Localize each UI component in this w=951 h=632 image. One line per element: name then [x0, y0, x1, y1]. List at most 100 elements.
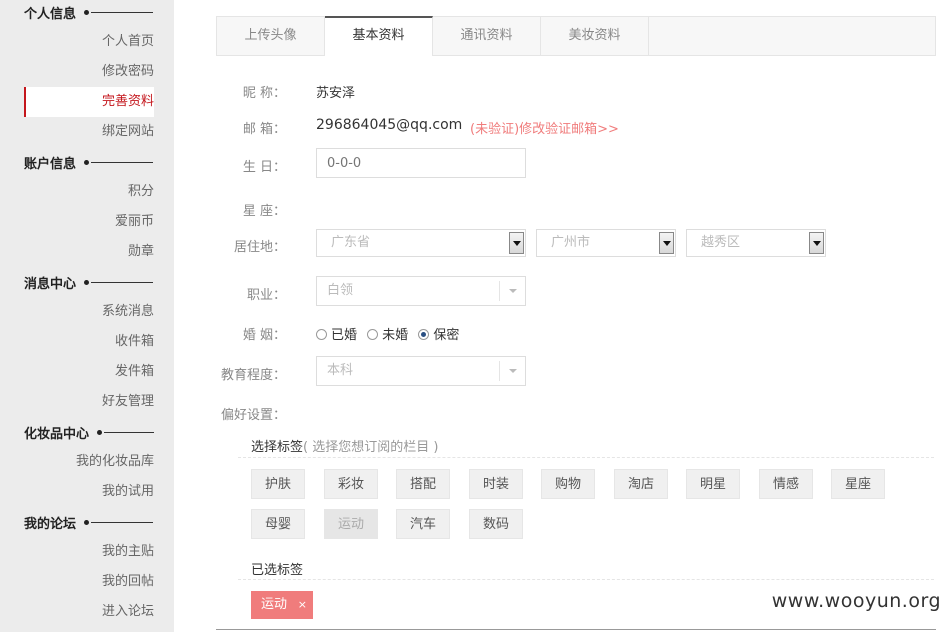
birthday-input[interactable] [316, 148, 526, 178]
city-value: 广州市 [551, 235, 591, 250]
tag-celebrity[interactable]: 明星 [686, 469, 740, 499]
tag-title: 选择标签 [251, 440, 304, 455]
sidebar-item-cosmetics-library[interactable]: 我的化妆品库 [76, 447, 154, 477]
radio-label: 未婚 [382, 328, 409, 343]
sidebar-item-bind-website[interactable]: 绑定网站 [102, 117, 154, 147]
section-divider [91, 161, 154, 163]
radio-label: 保密 [433, 328, 460, 343]
tag-makeup[interactable]: 彩妆 [324, 469, 378, 499]
education-select[interactable]: 本科 [316, 356, 526, 386]
section-divider [104, 431, 155, 433]
close-icon[interactable]: × [298, 591, 307, 619]
job-label: 职业： [246, 288, 286, 303]
sidebar-item-medals[interactable]: 勋章 [128, 237, 154, 267]
tag-skincare[interactable]: 护肤 [251, 469, 305, 499]
tag-taobao-shop[interactable]: 淘店 [614, 469, 668, 499]
sidebar-item-enter-forum[interactable]: 进入论坛 [102, 597, 154, 627]
sidebar-item-outbox[interactable]: 发件箱 [115, 357, 154, 387]
job-select[interactable]: 白领 [316, 276, 526, 306]
chevron-down-icon [809, 232, 824, 254]
tag-fashion[interactable]: 时装 [469, 469, 523, 499]
sidebar-item-friends[interactable]: 好友管理 [102, 387, 154, 417]
education-label: 教育程度： [220, 368, 286, 383]
sidebar-item-coins[interactable]: 爱丽币 [115, 207, 154, 237]
section-divider [91, 281, 154, 283]
nickname-label: 昵 称： [242, 86, 286, 101]
sidebar-section-account: 账户信息 [24, 152, 154, 172]
tag-digital[interactable]: 数码 [469, 509, 523, 539]
chevron-down-icon [499, 281, 525, 301]
marriage-option-married[interactable]: 已婚 [316, 324, 357, 343]
sidebar-section-title: 化妆品中心 [24, 426, 90, 442]
tab-upload-avatar[interactable]: 上传头像 [217, 17, 325, 55]
section-bullet-icon [84, 279, 90, 285]
residence-label: 居住地： [233, 240, 286, 255]
section-bullet-icon [84, 159, 90, 165]
radio-icon[interactable] [367, 329, 379, 340]
watermark: www.wooyun.org [771, 590, 941, 612]
sidebar-item-points[interactable]: 积分 [128, 177, 154, 207]
tag-mother-baby[interactable]: 母婴 [251, 509, 305, 539]
sidebar-item-inbox[interactable]: 收件箱 [115, 327, 154, 357]
section-bullet-icon [84, 519, 90, 525]
tag-hint: ( 选择您想订阅的栏目 ) [303, 440, 439, 455]
sidebar-section-messages: 消息中心 [24, 272, 154, 292]
tag-section-title: 选择标签( 选择您想订阅的栏目 ) [251, 436, 438, 455]
tag-sports[interactable]: 运动 [324, 509, 378, 539]
radio-label: 已婚 [331, 328, 358, 343]
district-select[interactable]: 越秀区 [686, 229, 826, 257]
selected-tags-title: 已选标签 [251, 563, 304, 578]
sidebar-item-system-messages[interactable]: 系统消息 [102, 297, 154, 327]
tag-matching[interactable]: 搭配 [396, 469, 450, 499]
tag-emotion[interactable]: 情感 [759, 469, 813, 499]
selected-tag-sports: 运动 × [251, 591, 313, 619]
chevron-down-icon [509, 232, 524, 254]
section-bullet-icon [97, 429, 103, 435]
sidebar-section-title: 个人信息 [24, 6, 77, 22]
selected-tag-label: 运动 [261, 597, 288, 612]
section-bullet-icon [84, 9, 90, 15]
sidebar-item-my-posts[interactable]: 我的主贴 [102, 537, 154, 567]
marriage-label: 婚 姻： [242, 328, 286, 343]
sidebar-item-trials[interactable]: 我的试用 [102, 477, 154, 507]
constellation-label: 星 座： [242, 204, 286, 219]
section-divider [91, 521, 154, 523]
sidebar-section-title: 账户信息 [24, 156, 77, 172]
chevron-down-icon [659, 232, 674, 254]
radio-icon[interactable] [316, 329, 327, 340]
sidebar-item-home[interactable]: 个人首页 [102, 27, 154, 57]
marriage-option-private[interactable]: 保密 [418, 324, 459, 343]
divider [238, 579, 934, 580]
profile-tabs: 上传头像 基本资料 通讯资料 美妆资料 [216, 16, 936, 56]
marriage-option-single[interactable]: 未婚 [367, 324, 408, 343]
tag-shopping[interactable]: 购物 [541, 469, 595, 499]
tag-horoscope[interactable]: 星座 [831, 469, 885, 499]
email-label: 邮 箱： [242, 122, 286, 137]
section-divider [91, 11, 154, 13]
province-select[interactable]: 广东省 [316, 229, 526, 257]
email-value: 296864045@qq.com [316, 117, 463, 133]
sidebar-item-my-replies[interactable]: 我的回帖 [102, 567, 154, 597]
sidebar-section-title: 我的论坛 [24, 516, 77, 532]
sidebar-section-title: 消息中心 [24, 276, 77, 292]
tab-beauty-info[interactable]: 美妆资料 [541, 17, 649, 55]
education-value: 本科 [327, 363, 354, 378]
birthday-label: 生 日： [242, 160, 286, 175]
province-value: 广东省 [331, 235, 371, 250]
sidebar-item-change-password[interactable]: 修改密码 [102, 57, 154, 87]
sidebar-section-personal: 个人信息 [24, 2, 154, 22]
tag-auto[interactable]: 汽车 [396, 509, 450, 539]
radio-checked-icon[interactable] [418, 329, 430, 340]
sidebar-item-complete-profile[interactable]: 完善资料 [24, 87, 154, 117]
preference-label: 偏好设置： [220, 408, 286, 423]
tab-basic-info[interactable]: 基本资料 [325, 16, 433, 56]
tab-contact-info[interactable]: 通讯资料 [433, 17, 541, 55]
job-value: 白领 [327, 283, 354, 298]
verify-email-link[interactable]: (未验证)修改验证邮箱>> [470, 118, 619, 137]
divider [216, 629, 936, 630]
sidebar-section-cosmetics: 化妆品中心 [24, 422, 155, 442]
sidebar: 个人信息 个人首页 修改密码 完善资料 绑定网站 账户信息 积分 爱丽币 勋章 … [0, 0, 174, 632]
district-value: 越秀区 [701, 235, 741, 250]
city-select[interactable]: 广州市 [536, 229, 676, 257]
nickname-value: 苏安泽 [316, 86, 356, 101]
